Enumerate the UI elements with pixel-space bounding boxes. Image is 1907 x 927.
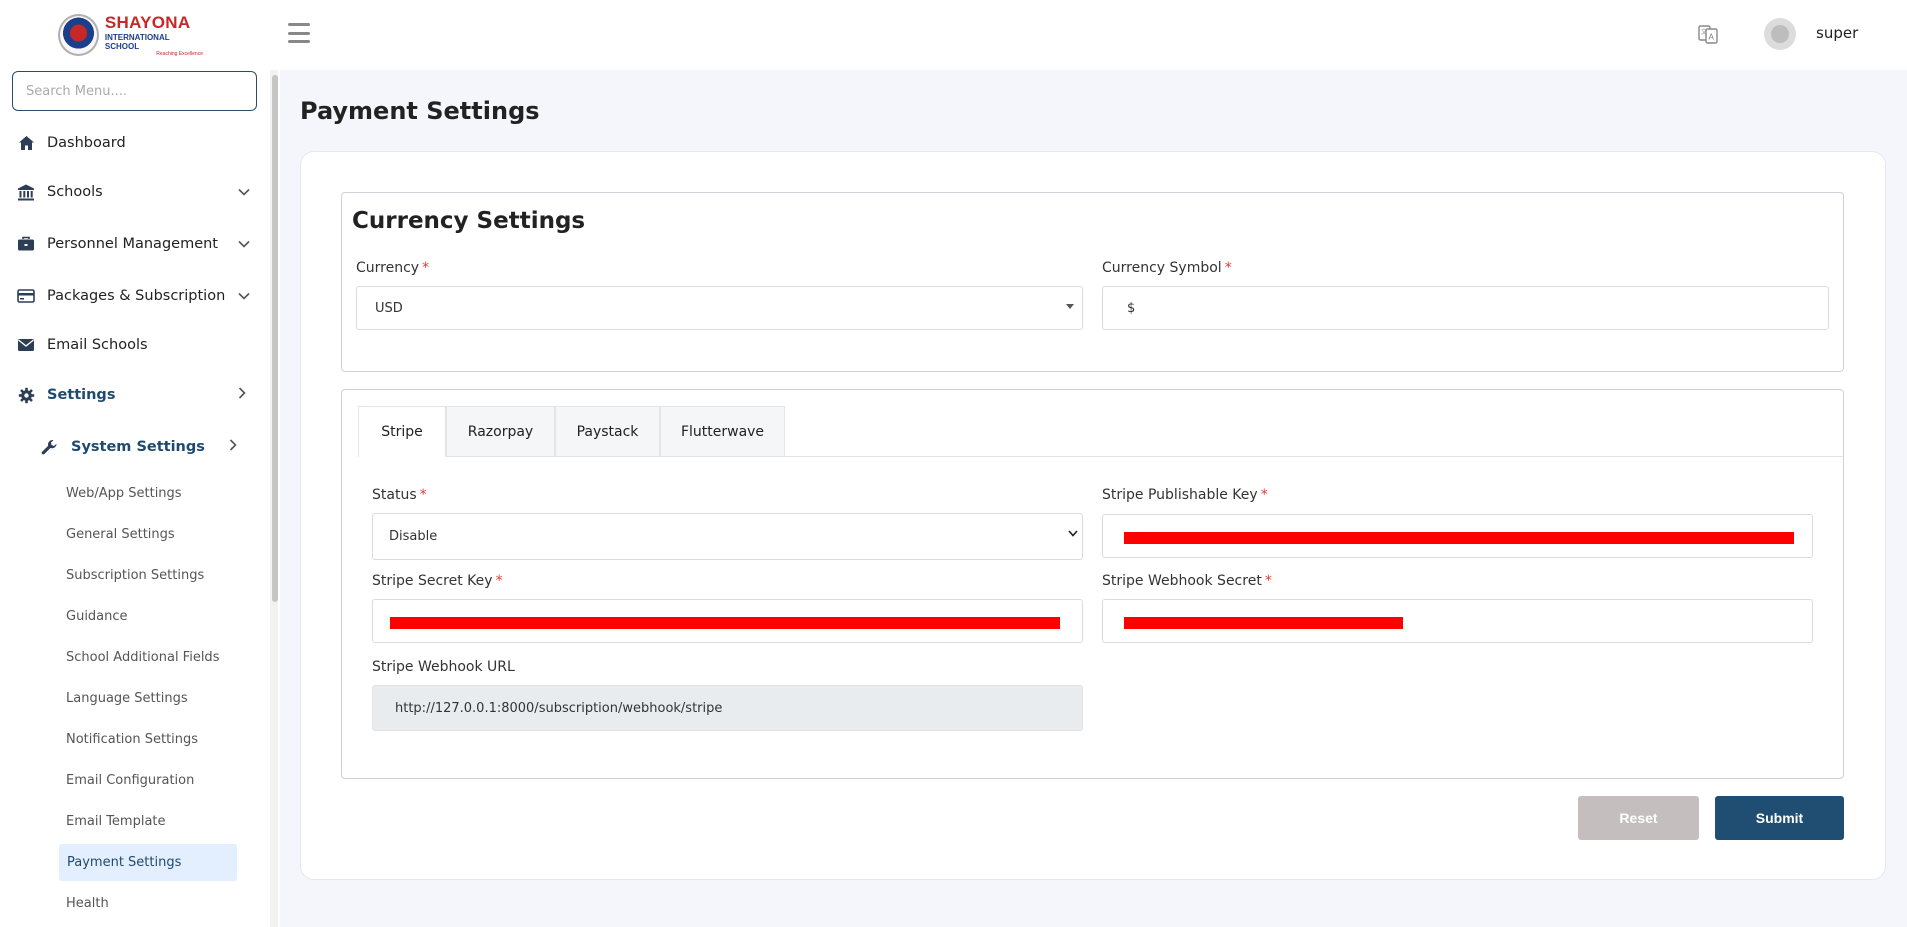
webhook-secret-input[interactable]	[1102, 599, 1813, 643]
sidebar-item-label: Email Schools	[47, 337, 148, 353]
currency-symbol-value: $	[1127, 300, 1136, 316]
currency-symbol-input[interactable]: $	[1102, 286, 1829, 330]
submenu-payment-settings[interactable]: Payment Settings	[59, 844, 237, 881]
sidebar-item-label: Personnel Management	[47, 236, 218, 252]
required-marker: *	[1260, 487, 1268, 503]
secret-key-input[interactable]	[372, 599, 1083, 643]
home-icon	[17, 134, 35, 152]
status-select[interactable]: Disable	[372, 513, 1083, 560]
required-marker: *	[422, 260, 430, 276]
envelope-icon	[17, 336, 35, 354]
required-marker: *	[419, 487, 427, 503]
sidebar-item-dashboard[interactable]: Dashboard	[0, 125, 260, 161]
chevron-right-icon	[229, 439, 237, 455]
sidebar-item-packages-subscription[interactable]: Packages & Subscription	[0, 278, 260, 314]
tab-razorpay[interactable]: Razorpay	[446, 406, 555, 457]
submenu-school-additional-fields[interactable]: School Additional Fields	[66, 645, 219, 669]
username[interactable]: super	[1816, 24, 1858, 42]
svg-text:A: A	[1709, 33, 1715, 42]
sidebar-item-label: Schools	[47, 184, 103, 200]
tab-stripe[interactable]: Stripe	[358, 406, 446, 457]
required-marker: *	[1264, 573, 1272, 589]
currency-symbol-label-text: Currency Symbol	[1102, 260, 1222, 276]
credit-card-icon	[17, 287, 35, 305]
chevron-down-icon	[1068, 526, 1078, 541]
currency-select-value: USD	[375, 300, 403, 316]
required-marker: *	[495, 573, 503, 589]
currency-label-text: Currency	[356, 260, 420, 276]
redacted-value	[390, 617, 1060, 629]
webhook-url-label: Stripe Webhook URL	[372, 659, 515, 675]
tabs-divider	[446, 456, 1843, 457]
submenu-email-configuration[interactable]: Email Configuration	[66, 768, 194, 792]
sidebar-item-personnel-management[interactable]: Personnel Management	[0, 226, 260, 262]
gear-icon	[17, 386, 35, 404]
currency-select[interactable]: USD	[356, 286, 1083, 330]
school-logo[interactable]: SHAYONA INTERNATIONAL SCHOOL Reaching Ex…	[58, 13, 203, 57]
currency-symbol-label: Currency Symbol *	[1102, 260, 1232, 276]
logo-subtitle: INTERNATIONAL SCHOOL	[104, 33, 170, 51]
secret-key-label-text: Stripe Secret Key	[372, 573, 493, 589]
webhook-url-value: http://127.0.0.1:8000/subscription/webho…	[395, 700, 723, 716]
redacted-value	[1124, 532, 1794, 544]
status-select-value: Disable	[389, 529, 438, 544]
chevron-down-icon	[238, 236, 250, 252]
sidebar-item-label: Settings	[47, 387, 116, 403]
webhook-secret-label-text: Stripe Webhook Secret	[1102, 573, 1262, 589]
publishable-key-label: Stripe Publishable Key *	[1102, 487, 1268, 503]
avatar-placeholder-icon	[1771, 25, 1789, 43]
webhook-url-input[interactable]: http://127.0.0.1:8000/subscription/webho…	[372, 685, 1083, 731]
chevron-down-icon	[238, 288, 250, 304]
hamburger-menu-icon[interactable]	[288, 23, 310, 43]
logo-text: SHAYONA INTERNATIONAL SCHOOL Reaching Ex…	[105, 13, 203, 57]
sidebar-scrollbar-thumb[interactable]	[272, 75, 278, 602]
tab-paystack[interactable]: Paystack	[555, 406, 660, 457]
submenu-notification-settings[interactable]: Notification Settings	[66, 727, 198, 751]
required-marker: *	[1224, 260, 1232, 276]
caret-down-icon	[1066, 304, 1074, 309]
sidebar-item-label: Packages & Subscription	[47, 288, 226, 304]
currency-label: Currency *	[356, 260, 429, 276]
sidebar-item-schools[interactable]: Schools	[0, 174, 260, 210]
bank-icon	[17, 183, 35, 201]
language-icon[interactable]: A文	[1698, 24, 1718, 44]
tab-flutterwave[interactable]: Flutterwave	[660, 406, 785, 457]
submenu-web-app-settings[interactable]: Web/App Settings	[66, 481, 182, 505]
logo-name: SHAYONA	[104, 13, 191, 32]
submenu-health[interactable]: Health	[66, 891, 109, 915]
secret-key-label: Stripe Secret Key *	[372, 573, 503, 589]
sidebar-item-label: Dashboard	[47, 135, 126, 151]
sidebar-item-system-settings[interactable]: System Settings	[24, 429, 244, 465]
logo-tagline: Reaching Excellence	[156, 51, 203, 57]
sidebar-item-email-schools[interactable]: Email Schools	[0, 327, 260, 363]
sidebar-item-settings[interactable]: Settings	[0, 377, 260, 413]
briefcase-icon	[17, 235, 35, 253]
currency-settings-title: Currency Settings	[352, 208, 586, 234]
school-emblem-icon	[58, 14, 99, 56]
redacted-value	[1124, 617, 1403, 629]
status-label: Status *	[372, 487, 427, 503]
sidebar: SHAYONA INTERNATIONAL SCHOOL Reaching Ex…	[0, 0, 280, 927]
reset-button[interactable]: Reset	[1578, 796, 1699, 840]
status-label-text: Status	[372, 487, 417, 503]
chevron-down-icon	[238, 184, 250, 200]
submenu-general-settings[interactable]: General Settings	[66, 522, 175, 546]
submit-button[interactable]: Submit	[1715, 796, 1844, 840]
wrench-icon	[40, 438, 58, 456]
submenu-language-settings[interactable]: Language Settings	[66, 686, 188, 710]
svg-text:文: 文	[1701, 28, 1707, 36]
chevron-right-icon	[238, 387, 246, 403]
publishable-key-input[interactable]	[1102, 514, 1813, 558]
submenu-guidance[interactable]: Guidance	[66, 604, 128, 628]
user-avatar[interactable]	[1764, 18, 1796, 50]
sidebar-item-label: System Settings	[71, 439, 205, 455]
page-title: Payment Settings	[300, 97, 540, 125]
publishable-key-label-text: Stripe Publishable Key	[1102, 487, 1258, 503]
webhook-secret-label: Stripe Webhook Secret *	[1102, 573, 1272, 589]
top-header: A文 super	[280, 0, 1907, 70]
search-menu-input[interactable]	[12, 71, 257, 111]
submenu-email-template[interactable]: Email Template	[66, 809, 166, 833]
submenu-subscription-settings[interactable]: Subscription Settings	[66, 563, 204, 587]
